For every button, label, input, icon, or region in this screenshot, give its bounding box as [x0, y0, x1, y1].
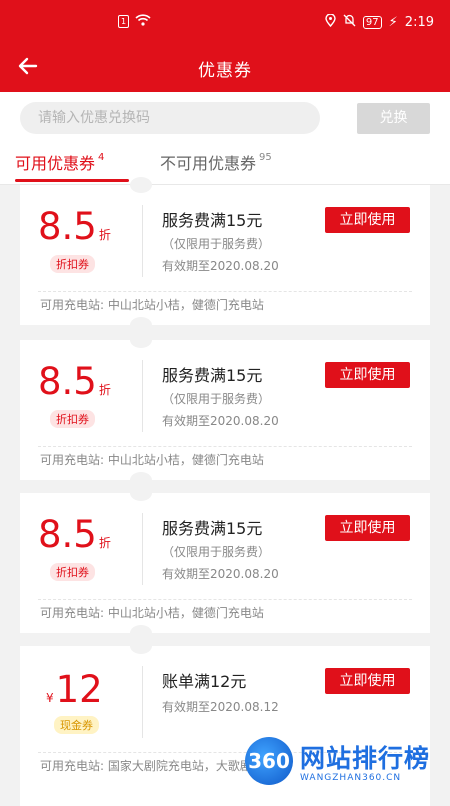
redeem-code-input[interactable] — [20, 102, 320, 134]
tab-unavailable-count: 95 — [259, 151, 272, 163]
coupon-tabs: 可用优惠券 4 不可用优惠券 95 — [0, 142, 450, 185]
tab-available-label: 可用优惠券 — [15, 154, 96, 173]
watermark-subtext: WANGZHAN360.CN — [300, 773, 402, 783]
tab-available-count: 4 — [98, 151, 105, 163]
coupon-stations: 可用充电站: 国家大剧院充电站，大歌剧院 — [40, 759, 264, 773]
coupon-value: 8.5 折 — [38, 362, 111, 410]
coupon-limit: （仅限用于服务费） — [162, 237, 271, 251]
active-tab-indicator — [15, 179, 129, 182]
status-bar: 1 97 ⚡ 2:19 — [0, 0, 450, 40]
tab-unavailable[interactable]: 不可用优惠券 95 — [160, 150, 272, 174]
title-bar: 优惠券 — [0, 44, 450, 90]
coupon-stations: 可用充电站: 中山北站小桔，健德门充电站 — [40, 606, 264, 620]
status-center: 1 — [118, 14, 151, 29]
redeem-bar: 兑换 — [0, 92, 450, 142]
coupon-stations: 可用充电站: 中山北站小桔，健德门充电站 — [40, 453, 264, 467]
coupon-expiry: 有效期至2020.08.20 — [162, 567, 279, 581]
coupon-name: 服务费满15元 — [162, 211, 263, 230]
coupon-name: 账单满12元 — [162, 672, 247, 691]
tab-available[interactable]: 可用优惠券 4 — [15, 150, 104, 174]
use-now-button[interactable]: 立即使用 — [325, 668, 410, 694]
coupon-amount: 8.5 — [38, 513, 97, 556]
coupon-value-area: 8.5 折 折扣券 — [20, 185, 142, 285]
coupon-card: 8.5 折 折扣券 服务费满15元 （仅限用于服务费） 有效期至2020.08.2… — [20, 177, 430, 333]
use-now-button[interactable]: 立即使用 — [325, 207, 410, 233]
coupon-limit: （仅限用于服务费） — [162, 392, 271, 406]
page-title: 优惠券 — [198, 61, 252, 81]
redeem-button[interactable]: 兑换 — [357, 103, 430, 134]
coupon-value: ¥12 — [46, 670, 103, 718]
coupon-unit: 折 — [98, 383, 111, 397]
dashed-divider — [38, 446, 412, 447]
coupon-name: 服务费满15元 — [162, 366, 263, 385]
tab-unavailable-label: 不可用优惠券 — [160, 154, 257, 173]
coupon-unit: 折 — [98, 228, 111, 242]
divider — [142, 513, 143, 585]
coupon-value: 8.5 折 — [38, 207, 111, 255]
coupon-value-area: 8.5 折 折扣券 — [20, 340, 142, 440]
app-header: 1 97 ⚡ 2:19 优惠券 — [0, 0, 450, 92]
coupon-value-area: ¥12 现金券 — [20, 646, 142, 746]
charging-icon: ⚡ — [388, 15, 398, 30]
coupon-limit: （仅限用于服务费） — [162, 545, 271, 559]
coupon-expiry: 有效期至2020.08.20 — [162, 259, 279, 273]
coupon-expiry: 有效期至2020.08.20 — [162, 414, 279, 428]
site-watermark: 360 网站排行榜 WANGZHAN360.CN — [245, 735, 450, 800]
wifi-icon — [135, 14, 151, 29]
coupon-stations: 可用充电站: 中山北站小桔，健德门充电站 — [40, 298, 264, 312]
coupon-name: 服务费满15元 — [162, 519, 263, 538]
dashed-divider — [38, 599, 412, 600]
coupon-amount: 8.5 — [38, 205, 97, 248]
use-now-button[interactable]: 立即使用 — [325, 362, 410, 388]
divider — [142, 360, 143, 432]
battery-indicator: 97 — [362, 16, 382, 29]
dashed-divider — [38, 291, 412, 292]
watermark-logo: 360 — [245, 737, 293, 785]
sim-icon: 1 — [118, 15, 129, 28]
coupon-type-badge: 现金券 — [54, 716, 99, 734]
coupon-expiry: 有效期至2020.08.12 — [162, 700, 279, 714]
currency-symbol: ¥ — [46, 691, 54, 705]
coupon-card: 8.5 折 折扣券 服务费满15元 （仅限用于服务费） 有效期至2020.08.2… — [20, 332, 430, 488]
coupon-card: 8.5 折 折扣券 服务费满15元 （仅限用于服务费） 有效期至2020.08.2… — [20, 485, 430, 641]
location-icon — [325, 13, 336, 31]
use-now-button[interactable]: 立即使用 — [325, 515, 410, 541]
card-notch — [130, 317, 152, 333]
coupon-value: 8.5 折 — [38, 515, 111, 563]
divider — [142, 666, 143, 738]
coupon-type-badge: 折扣券 — [50, 410, 95, 428]
coupon-type-badge: 折扣券 — [50, 563, 95, 581]
mute-icon — [343, 14, 356, 31]
coupon-type-badge: 折扣券 — [50, 255, 95, 273]
coupon-amount: 8.5 — [38, 360, 97, 403]
coupon-value-area: 8.5 折 折扣券 — [20, 493, 142, 593]
coupon-unit: 折 — [98, 536, 111, 550]
clock: 2:19 — [404, 15, 434, 30]
status-right: 97 ⚡ 2:19 — [325, 13, 434, 31]
watermark-text: 网站排行榜 — [300, 744, 431, 773]
divider — [142, 205, 143, 277]
coupon-amount: 12 — [55, 668, 103, 711]
